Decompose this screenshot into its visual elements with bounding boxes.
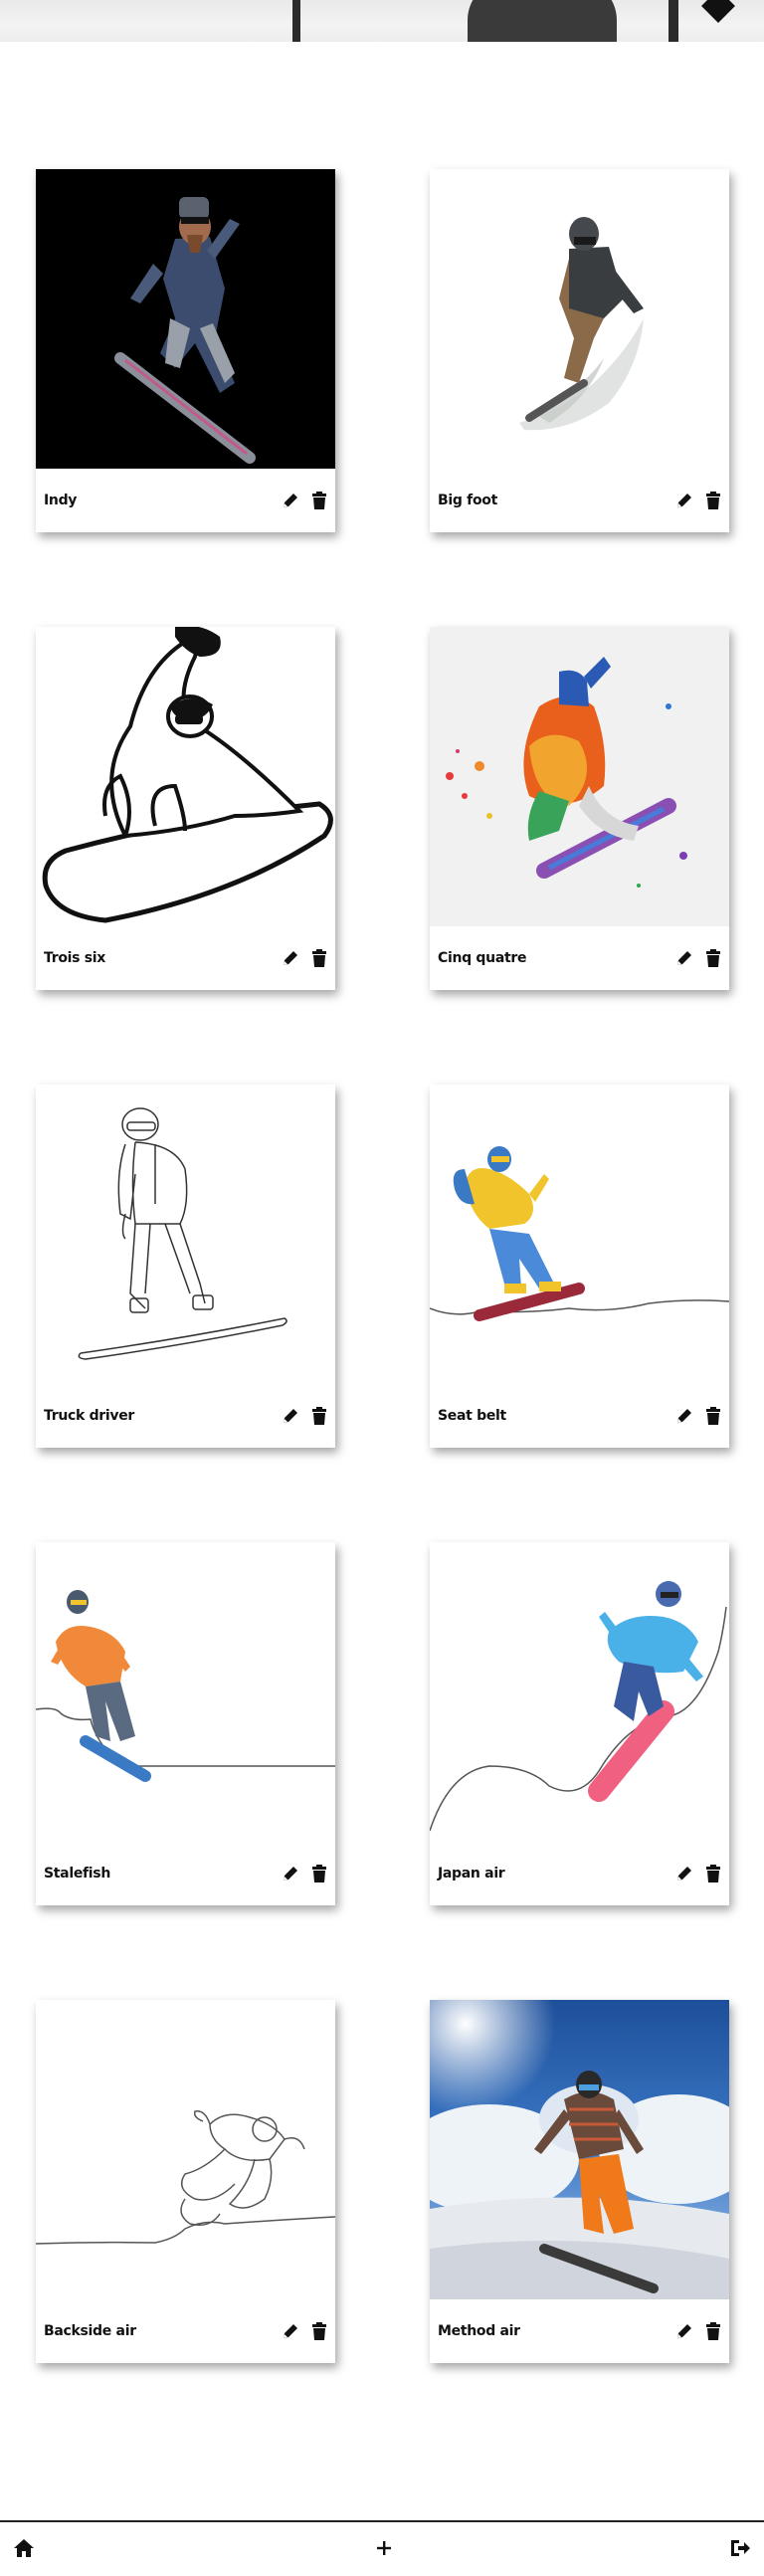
card-big-foot[interactable]: Big foot bbox=[430, 169, 729, 532]
snowboarder-outline-bold-icon bbox=[36, 627, 335, 926]
card-trois-six[interactable]: Trois six bbox=[36, 627, 335, 990]
card-title: Trois six bbox=[44, 950, 106, 966]
card-truck-driver[interactable]: Truck driver bbox=[36, 1085, 335, 1448]
pencil-icon[interactable] bbox=[281, 2321, 300, 2341]
trash-icon[interactable] bbox=[310, 1864, 328, 1883]
bottom-nav-bar bbox=[0, 2520, 764, 2576]
card-title: Stalefish bbox=[44, 1866, 111, 1882]
trash-icon[interactable] bbox=[704, 1864, 722, 1883]
pencil-icon[interactable] bbox=[674, 948, 694, 968]
logout-icon[interactable] bbox=[728, 2536, 752, 2560]
card-japan-air[interactable]: Japan air bbox=[430, 1542, 729, 1905]
trash-icon[interactable] bbox=[704, 948, 722, 968]
snowboarder-photo-black-bg-icon bbox=[36, 169, 335, 469]
trash-icon[interactable] bbox=[310, 1406, 328, 1426]
banner-pole-left bbox=[292, 0, 300, 42]
card-title: Backside air bbox=[44, 2323, 136, 2339]
card-backside-air[interactable]: Backside air bbox=[36, 2000, 335, 2363]
snowboarder-yellow-blue-line-icon bbox=[430, 1085, 729, 1384]
snowboarder-blue-pink-line-icon bbox=[430, 1542, 729, 1842]
card-indy[interactable]: Indy bbox=[36, 169, 335, 532]
home-icon[interactable] bbox=[12, 2536, 36, 2560]
card-title: Seat belt bbox=[438, 1408, 506, 1424]
pencil-icon[interactable] bbox=[281, 491, 300, 510]
pencil-icon[interactable] bbox=[281, 1864, 300, 1883]
trash-icon[interactable] bbox=[704, 491, 722, 510]
card-title: Method air bbox=[438, 2323, 520, 2339]
card-method-air[interactable]: Method air bbox=[430, 2000, 729, 2363]
card-seat-belt[interactable]: Seat belt bbox=[430, 1085, 729, 1448]
banner-diamond-icon bbox=[701, 0, 735, 23]
trash-icon[interactable] bbox=[704, 1406, 722, 1426]
card-title: Japan air bbox=[438, 1866, 505, 1882]
trash-icon[interactable] bbox=[310, 2321, 328, 2341]
banner-figure bbox=[468, 0, 617, 42]
pencil-icon[interactable] bbox=[674, 2321, 694, 2341]
snowboarder-rainbow-splash-icon bbox=[430, 627, 729, 926]
banner-pole-right bbox=[668, 0, 678, 42]
snowboarder-watercolor-gray-icon bbox=[430, 169, 729, 469]
pencil-icon[interactable] bbox=[674, 1864, 694, 1883]
pencil-icon[interactable] bbox=[281, 1406, 300, 1426]
card-title: Truck driver bbox=[44, 1408, 135, 1424]
pencil-icon[interactable] bbox=[674, 1406, 694, 1426]
snowboarder-gray-line-icon bbox=[36, 2000, 335, 2299]
snowboarder-orange-line-icon bbox=[36, 1542, 335, 1842]
card-title: Indy bbox=[44, 493, 78, 508]
card-title: Cinq quatre bbox=[438, 950, 527, 966]
trash-icon[interactable] bbox=[704, 2321, 722, 2341]
plus-icon[interactable] bbox=[372, 2536, 396, 2560]
trash-icon[interactable] bbox=[310, 948, 328, 968]
snowboarder-line-drawing-icon bbox=[36, 1085, 335, 1384]
pencil-icon[interactable] bbox=[281, 948, 300, 968]
card-title: Big foot bbox=[438, 493, 497, 508]
pencil-icon[interactable] bbox=[674, 491, 694, 510]
snowboarder-sky-photo-icon bbox=[430, 2000, 729, 2299]
card-stalefish[interactable]: Stalefish bbox=[36, 1542, 335, 1905]
header-banner-image bbox=[0, 0, 764, 42]
card-cinq-quatre[interactable]: Cinq quatre bbox=[430, 627, 729, 990]
trash-icon[interactable] bbox=[310, 491, 328, 510]
